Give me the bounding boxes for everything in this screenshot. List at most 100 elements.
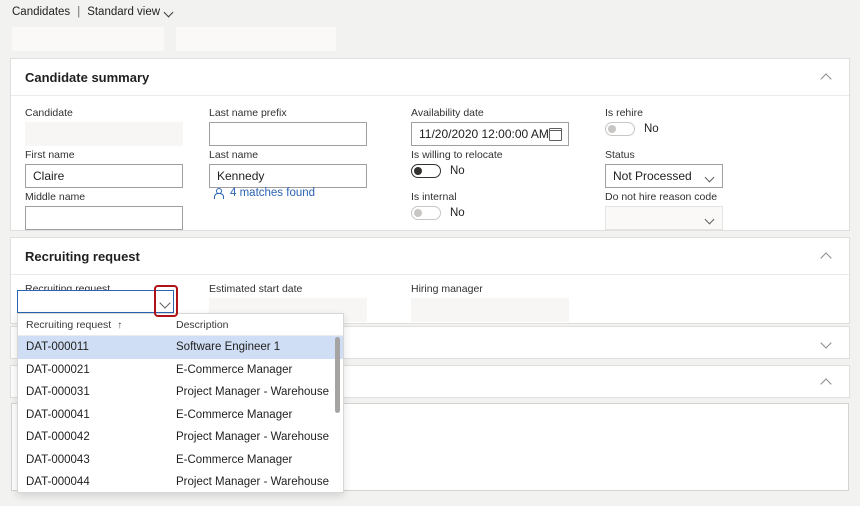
status-label: Status	[605, 149, 723, 161]
dropdown-item-description: E-Commerce Manager	[176, 454, 343, 466]
placeholder-box-2[interactable]	[176, 27, 336, 51]
dropdown-item-code: DAT-000041	[18, 409, 176, 421]
is-internal-value: No	[450, 207, 465, 219]
dropdown-item-description: Project Manager - Warehouse	[176, 386, 343, 398]
toggle-knob	[414, 167, 422, 175]
status-select[interactable]: Not Processed	[605, 164, 723, 188]
candidate-input	[25, 122, 183, 146]
dropdown-item-code: DAT-000011	[18, 341, 176, 353]
view-selector-label: Standard view	[87, 6, 160, 18]
is-rehire-toggle[interactable]	[605, 122, 635, 136]
chevron-down-icon	[706, 216, 714, 224]
is-rehire-value: No	[644, 123, 659, 135]
dropdown-list-item[interactable]: DAT-000042Project Manager - Warehouse	[18, 426, 343, 449]
chevron-up-icon[interactable]	[822, 71, 833, 82]
dropdown-column-code[interactable]: Recruiting request ↑	[18, 319, 176, 331]
candidate-summary-card: Candidate summary Candidate First name C…	[10, 58, 850, 231]
middle-name-field: Middle name	[25, 191, 183, 230]
dropdown-item-description: E-Commerce Manager	[176, 364, 343, 376]
toggle-knob	[608, 125, 616, 133]
is-willing-to-relocate-label: Is willing to relocate	[411, 149, 503, 161]
hiring-manager-field: Hiring manager	[411, 283, 569, 322]
do-not-hire-reason-code-field: Do not hire reason code	[605, 191, 723, 230]
candidate-field: Candidate	[25, 107, 183, 146]
last-name-prefix-label: Last name prefix	[209, 107, 367, 119]
dropdown-item-code: DAT-000042	[18, 431, 176, 443]
first-name-field: First name Claire	[25, 149, 183, 188]
view-selector[interactable]: Standard view	[87, 6, 174, 18]
dropdown-item-code: DAT-000044	[18, 476, 176, 488]
dropdown-list-item[interactable]: DAT-000021E-Commerce Manager	[18, 359, 343, 382]
breadcrumb[interactable]: Candidates	[12, 6, 70, 18]
hiring-manager-label: Hiring manager	[411, 283, 569, 295]
is-willing-to-relocate-toggle[interactable]	[411, 164, 441, 178]
dropdown-header-row: Recruiting request ↑ Description	[18, 314, 343, 336]
last-name-prefix-input[interactable]	[209, 122, 367, 146]
dropdown-list-item[interactable]: DAT-000044Project Manager - Warehouse	[18, 471, 343, 493]
placeholder-row	[12, 27, 336, 51]
is-internal-label: Is internal	[411, 191, 465, 203]
middle-name-input[interactable]	[25, 206, 183, 230]
first-name-label: First name	[25, 149, 183, 161]
chevron-up-icon[interactable]	[822, 250, 833, 261]
recruiting-request-header[interactable]: Recruiting request	[11, 238, 849, 275]
dropdown-column-description[interactable]: Description	[176, 319, 343, 331]
recruiting-request-title: Recruiting request	[25, 249, 140, 264]
dropdown-scrollbar[interactable]	[335, 337, 340, 491]
dropdown-item-description: E-Commerce Manager	[176, 409, 343, 421]
app-root: Candidates | Standard view Candidate sum…	[0, 0, 860, 506]
availability-date-field: Availability date 11/20/2020 12:00:00 AM	[411, 107, 569, 146]
placeholder-box-1[interactable]	[12, 27, 164, 51]
topbar: Candidates | Standard view	[0, 0, 860, 24]
toggle-knob	[414, 209, 422, 217]
page-title: Candidate summary	[25, 70, 149, 85]
chevron-up-icon[interactable]	[822, 376, 833, 387]
sort-ascending-icon: ↑	[117, 320, 122, 331]
do-not-hire-reason-code-label: Do not hire reason code	[605, 191, 723, 203]
candidate-summary-header[interactable]: Candidate summary	[11, 59, 849, 96]
breadcrumb-separator: |	[77, 6, 80, 18]
availability-date-input[interactable]: 11/20/2020 12:00:00 AM	[411, 122, 569, 146]
dropdown-list-item[interactable]: DAT-000011Software Engineer 1	[18, 336, 343, 359]
person-icon	[213, 188, 224, 199]
dropdown-item-description: Project Manager - Warehouse	[176, 476, 343, 488]
middle-name-label: Middle name	[25, 191, 183, 203]
matches-found-link[interactable]: 4 matches found	[213, 187, 315, 199]
last-name-label: Last name	[209, 149, 367, 161]
first-name-input[interactable]: Claire	[25, 164, 183, 188]
dropdown-list-item[interactable]: DAT-000031Project Manager - Warehouse	[18, 381, 343, 404]
recruiting-request-dropdown-list[interactable]: Recruiting request ↑ Description DAT-0000…	[17, 313, 344, 493]
estimated-start-date-label: Estimated start date	[209, 283, 367, 295]
calendar-icon[interactable]	[549, 128, 562, 141]
availability-date-label: Availability date	[411, 107, 569, 119]
dropdown-list-item[interactable]: DAT-000041E-Commerce Manager	[18, 404, 343, 427]
is-willing-to-relocate-field: Is willing to relocate No	[411, 149, 503, 178]
chevron-down-icon	[165, 8, 174, 17]
matches-found-label: 4 matches found	[230, 187, 315, 199]
last-name-input[interactable]: Kennedy	[209, 164, 367, 188]
status-value: Not Processed	[613, 169, 692, 183]
dropdown-item-code: DAT-000021	[18, 364, 176, 376]
last-name-field: Last name Kennedy	[209, 149, 367, 188]
is-internal-field: Is internal No	[411, 191, 465, 220]
recruiting-request-dropdown-chevron[interactable]	[157, 290, 174, 313]
status-field: Status Not Processed	[605, 149, 723, 188]
dropdown-item-description: Project Manager - Warehouse	[176, 431, 343, 443]
dropdown-list-item[interactable]: DAT-000043E-Commerce Manager	[18, 449, 343, 472]
last-name-prefix-field: Last name prefix	[209, 107, 367, 146]
hiring-manager-input	[411, 298, 569, 322]
chevron-down-icon[interactable]	[822, 337, 833, 348]
chevron-down-icon	[706, 174, 714, 182]
do-not-hire-reason-code-select[interactable]	[605, 206, 723, 230]
dropdown-item-code: DAT-000043	[18, 454, 176, 466]
is-willing-to-relocate-value: No	[450, 165, 465, 177]
dropdown-item-code: DAT-000031	[18, 386, 176, 398]
availability-date-value: 11/20/2020 12:00:00 AM	[419, 127, 549, 141]
is-internal-toggle[interactable]	[411, 206, 441, 220]
dropdown-scrollbar-thumb[interactable]	[335, 337, 340, 413]
is-rehire-label: Is rehire	[605, 107, 659, 119]
dropdown-column-code-label: Recruiting request	[26, 319, 111, 331]
is-rehire-field: Is rehire No	[605, 107, 659, 136]
dropdown-item-description: Software Engineer 1	[176, 341, 343, 353]
recruiting-request-input[interactable]	[17, 290, 165, 313]
